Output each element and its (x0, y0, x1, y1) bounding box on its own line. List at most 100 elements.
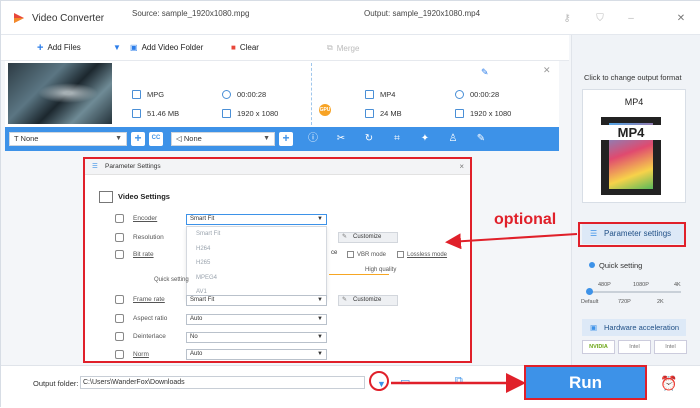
key-icon[interactable]: ⚷ (561, 13, 573, 25)
encoder-select[interactable]: Smart Fit ▼ (186, 214, 327, 225)
encoder-option-mpeg4[interactable]: MPEG4 (187, 271, 326, 286)
output-folder-label: Output folder: (33, 379, 79, 388)
output-filename: Output: sample_1920x1080.mp4 (364, 9, 481, 18)
change-output-format-label: Click to change output format (584, 73, 682, 82)
encoder-option-h265[interactable]: H265 (187, 256, 326, 271)
format-icon (132, 90, 141, 99)
hardware-acceleration-label: Hardware acceleration (604, 323, 680, 332)
mp4-format-icon: MP4 (601, 117, 661, 195)
gpu-badge-icon: GPU (319, 104, 331, 116)
video-settings-icon (99, 191, 113, 203)
pencil-icon: ✎ (342, 234, 348, 240)
encoder-option-smart-fit[interactable]: Smart Fit (187, 227, 326, 242)
merge-files-icon[interactable]: ⧉ (455, 375, 463, 388)
vbr-mode-label: VBR mode (357, 252, 387, 259)
frame-rate-select[interactable]: Smart Fit ▼ (186, 295, 327, 306)
bitrate-label: Bit rate (133, 251, 154, 258)
checkbox-icon (347, 251, 354, 258)
resolution-icon (222, 109, 231, 118)
nvidia-chip[interactable]: NVIDIA (582, 340, 615, 354)
file-size-icon (132, 109, 141, 118)
cc-icon[interactable]: CC (149, 132, 163, 146)
edit-filename-icon[interactable]: ✎ (481, 67, 489, 78)
remove-task-icon[interactable]: ✕ (543, 65, 551, 76)
intel-chip-2[interactable]: Intel (654, 340, 687, 354)
add-files-dropdown-icon[interactable]: ▼ (113, 43, 121, 52)
add-video-folder-button[interactable]: ▣ Add Video Folder (130, 43, 203, 52)
audio-icon: ◁ (176, 134, 182, 143)
add-files-label: Add Files (47, 43, 81, 52)
info-icon[interactable]: ⓘ (307, 133, 319, 145)
output-format-name: MP4 (624, 97, 644, 107)
main-toolbar: + Add Files ▼ ▣ Add Video Folder ■ Clear… (1, 35, 569, 61)
quick-setting-text: Quick setting (599, 261, 643, 270)
dialog-close-icon[interactable]: × (459, 159, 464, 175)
tick-720p: 720P (618, 299, 631, 305)
deinterlace-select[interactable]: No ▼ (186, 332, 327, 343)
cut-icon[interactable]: ✂ (335, 133, 347, 145)
out-size: 24 MB (365, 109, 402, 118)
merge-button[interactable]: ⧉ Merge (327, 43, 359, 53)
output-folder-input[interactable]: C:\Users\WanderFox\Downloads (80, 376, 365, 389)
bitrate-slider-track[interactable] (329, 274, 389, 275)
cart-icon[interactable]: ⛉ (594, 13, 606, 25)
resolution-icon (115, 233, 124, 242)
resolution-label: Resolution (133, 234, 164, 241)
lossless-mode-checkbox[interactable]: Lossless mode (397, 251, 447, 258)
aspect-ratio-select[interactable]: Auto ▼ (186, 314, 327, 325)
output-format-selector[interactable]: MP4 MP4 (582, 89, 686, 203)
checkbox-icon (397, 251, 404, 258)
slider-knob[interactable] (586, 288, 593, 295)
vbr-mode-checkbox[interactable]: VBR mode (347, 251, 386, 258)
app-logo-icon (14, 13, 24, 23)
open-folder-icon[interactable]: ▭ (400, 375, 410, 388)
src-size: 51.46 MB (132, 109, 179, 118)
title-bar: Video Converter ⚷ ⛉ – ✕ (1, 1, 700, 35)
parameter-settings-highlight (578, 222, 686, 247)
resolution-customize-button[interactable]: ✎ Customize (338, 232, 398, 243)
frame-rate-customize-button[interactable]: ✎ Customize (338, 295, 398, 306)
audio-select[interactable]: ◁ None ▼ (171, 132, 275, 146)
quick-setting-icon (589, 262, 595, 268)
hardware-acceleration-button[interactable]: ▣ Hardware acceleration (582, 319, 686, 336)
crop-icon[interactable]: ⌗ (391, 133, 403, 145)
format-icon (365, 90, 374, 99)
tick-2k: 2K (657, 299, 664, 305)
edit-icon[interactable]: ✎ (475, 133, 487, 145)
resolution-icon (455, 109, 464, 118)
pencil-icon: ✎ (342, 297, 348, 303)
encoder-option-h264[interactable]: H264 (187, 242, 326, 257)
clear-button[interactable]: ■ Clear (231, 43, 259, 52)
dialog-title: Parameter Settings (105, 163, 161, 170)
add-files-button[interactable]: + Add Files (37, 41, 81, 54)
add-audio-button[interactable]: + (279, 132, 293, 146)
tick-480p: 480P (598, 282, 611, 288)
norm-select[interactable]: Auto ▼ (186, 349, 327, 360)
merge-icon: ⧉ (327, 43, 333, 52)
run-button-highlight (524, 365, 647, 400)
bitrate-select-fragment[interactable]: ce (331, 248, 339, 259)
src-resolution: 1920 x 1080 (222, 109, 278, 118)
subtitle-icon: T (14, 134, 19, 143)
plus-icon: + (37, 41, 44, 54)
subtitle-select[interactable]: T None ▼ (9, 132, 127, 146)
out-resolution: 1920 x 1080 (455, 109, 511, 118)
gpu-chips: NVIDIA Intel Intel (582, 340, 687, 354)
quality-slider[interactable] (586, 288, 681, 295)
dialog-quick-setting-label: Quick setting (154, 277, 189, 283)
add-subtitle-button[interactable]: + (131, 132, 145, 146)
alarm-clock-icon[interactable]: ⏰ (660, 375, 677, 392)
aspect-ratio-icon (115, 314, 124, 323)
video-settings-label: Video Settings (118, 191, 170, 201)
intel-chip[interactable]: Intel (618, 340, 651, 354)
add-video-folder-label: Add Video Folder (141, 43, 204, 52)
trash-icon: ■ (231, 43, 236, 52)
close-window-icon[interactable]: ✕ (675, 13, 687, 25)
audio-value: None (183, 134, 202, 143)
minimize-icon[interactable]: – (625, 13, 637, 25)
video-thumbnail[interactable] (8, 63, 112, 124)
watermark-icon[interactable]: ♙ (447, 133, 459, 145)
rotate-icon[interactable]: ↻ (363, 133, 375, 145)
effects-icon[interactable]: ✦ (419, 133, 431, 145)
tick-default: Default (581, 299, 599, 305)
